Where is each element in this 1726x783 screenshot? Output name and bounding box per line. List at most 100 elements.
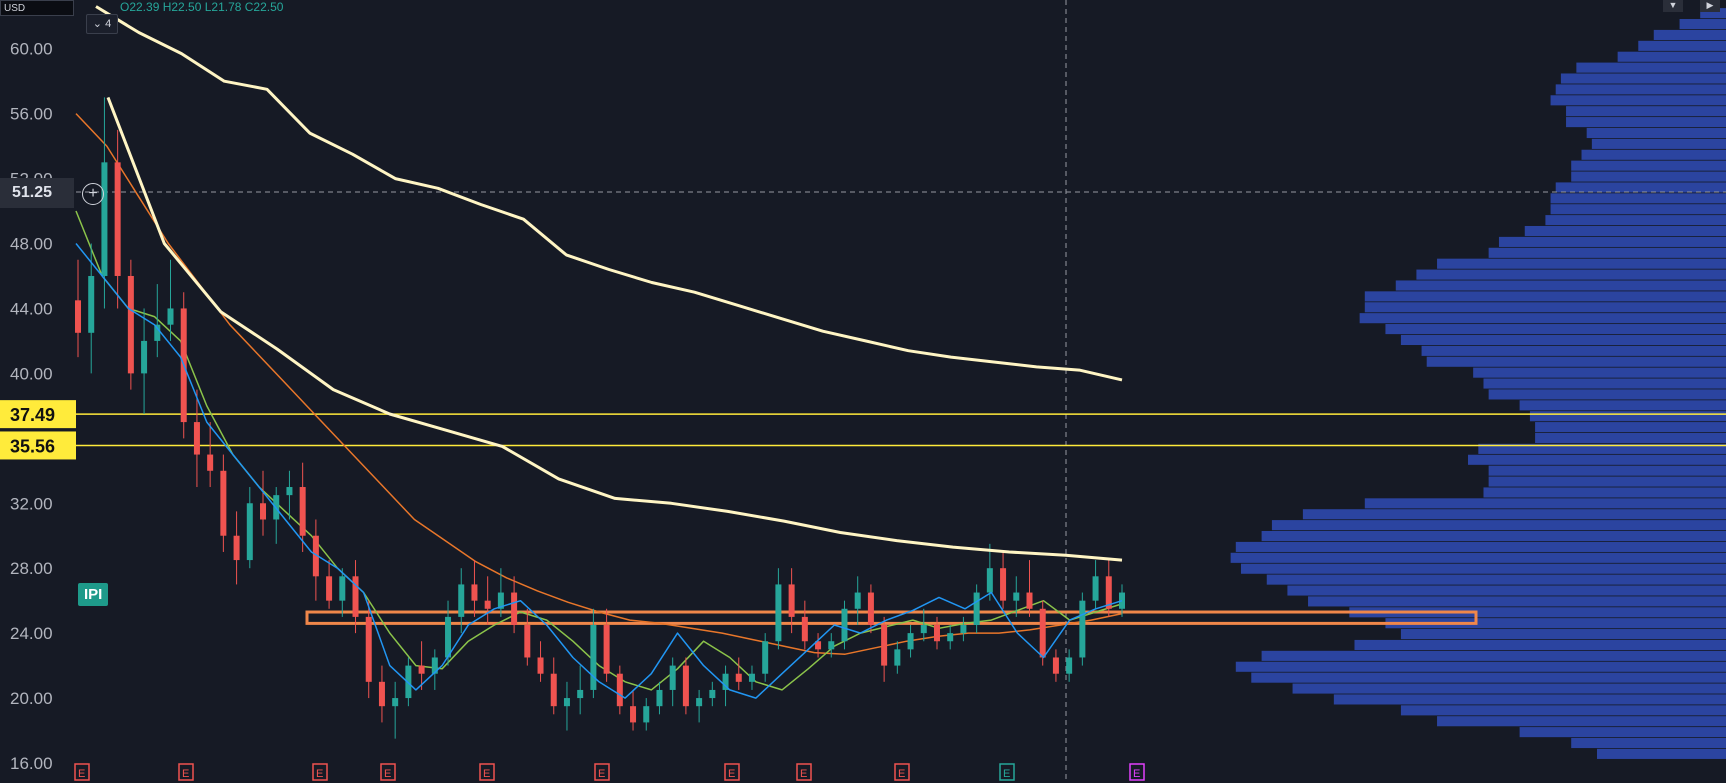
volume-profile-bar [1395,280,1726,291]
volume-profile-bar [1555,84,1726,95]
volume-profile-bar [1535,432,1726,444]
candle-body [141,340,148,374]
earnings-marker-label: E [1133,768,1140,780]
symbol-box[interactable]: USD [0,0,74,16]
y-tick-label: 32.00 [10,494,53,513]
ohlc-readout: O22.39 H22.50 L21.78 C22.50 [120,0,284,14]
candle-body [881,625,888,666]
candle-body [286,487,293,496]
candle-body [207,454,214,471]
earnings-marker-label: E [78,768,85,780]
earnings-marker-label: E [182,768,189,780]
earnings-marker-label: E [800,768,807,780]
volume-profile-bar [1400,334,1726,346]
volume-profile-bar [1566,106,1726,117]
chevron-down-icon: ⌄ [92,18,103,30]
scroll-down-icon[interactable]: ▼ [1663,0,1683,12]
volume-profile-bar [1571,160,1726,171]
candle-body [365,616,372,682]
volume-profile-bar [1488,465,1726,476]
y-tick-label: 24.00 [10,624,53,643]
y-tick-label: 48.00 [10,235,53,254]
ticker-label[interactable]: IPI [78,583,109,606]
candle-body [828,641,835,650]
candle-body [696,698,703,707]
earnings-marker-label: E [1003,768,1010,780]
candle-body [616,673,623,707]
volume-profile-bar [1617,51,1726,62]
volume-profile-bar [1488,247,1726,258]
candle-body [193,422,200,455]
scroll-end-icon[interactable]: ▶ [1700,0,1720,12]
earnings-marker-label: E [316,768,323,780]
volume-profile-bar [1230,552,1726,563]
candle-body [127,275,134,374]
candle-body [748,673,755,682]
volume-profile-bar [1385,324,1726,335]
candle-body [643,706,650,723]
candle-body [418,665,425,674]
earnings-marker-label: E [898,768,905,780]
volume-profile-bar [1261,530,1726,542]
earnings-marker-label: E [483,768,490,780]
plus-icon[interactable]: + [82,183,104,205]
candle-body [167,308,174,325]
volume-profile-bar [1333,694,1726,705]
volume-profile-bar [1653,29,1726,40]
crosshair-price-label: 51.25 [0,178,74,208]
volume-profile-bar [1235,541,1726,552]
volume-profile-bar [1473,367,1726,378]
candle-body [114,162,121,276]
price-level-label: 35.56 [10,436,55,456]
candle-body [233,535,240,561]
y-tick-label: 28.00 [10,559,53,578]
volume-profile-bar [1550,193,1726,204]
candle-body [1079,600,1086,658]
volume-profile-bar [1364,302,1726,313]
candle-body [246,503,253,561]
candle-body [1092,576,1099,601]
interval-badge[interactable]: ⌄ 4 [86,14,118,34]
volume-profile-bar [1488,389,1726,400]
volume-profile-bar [1679,19,1726,30]
volume-profile-bar [1308,596,1726,607]
candle-body [973,592,980,626]
candle-body [603,625,610,674]
volume-profile-bar [1519,727,1726,738]
candle-body [907,633,914,650]
price-chart[interactable]: 60.0056.0052.0048.0044.0040.0036.0032.00… [0,0,1726,783]
volume-profile-bar [1535,422,1726,433]
y-tick-label: 16.00 [10,754,53,773]
volume-profile-bar [1581,149,1726,160]
candle-body [75,300,81,333]
candle-body [339,576,346,601]
volume-profile-bar [1266,574,1726,585]
y-tick-label: 40.00 [10,364,53,383]
candle-body [1000,568,1007,601]
candle-body [484,600,491,609]
volume-profile-bar [1292,683,1726,694]
volume-profile-bar [1597,748,1726,759]
candle-body [1026,592,1033,609]
volume-profile-bar [1591,138,1726,149]
volume-profile-bar [1421,345,1726,356]
volume-profile-bar [1576,62,1726,73]
volume-profile-bar [1550,95,1726,106]
candle-body [867,592,874,626]
candle-body [947,633,954,642]
candle-body [682,665,689,707]
y-tick-label: 44.00 [10,299,53,318]
candle-body [894,649,901,666]
y-tick-label: 56.00 [10,105,53,124]
volume-profile-bar [1638,40,1726,51]
candle-body [1039,608,1046,658]
volume-profile-bar [1359,313,1726,324]
volume-profile-bar [1545,215,1726,226]
candle-body [378,681,385,707]
volume-profile-bar [1240,563,1726,574]
candle-body [841,608,848,642]
volume-profile-bar [1400,705,1726,716]
candle-body [709,689,716,699]
earnings-marker-label: E [728,768,735,780]
volume-profile-bar [1555,182,1726,193]
